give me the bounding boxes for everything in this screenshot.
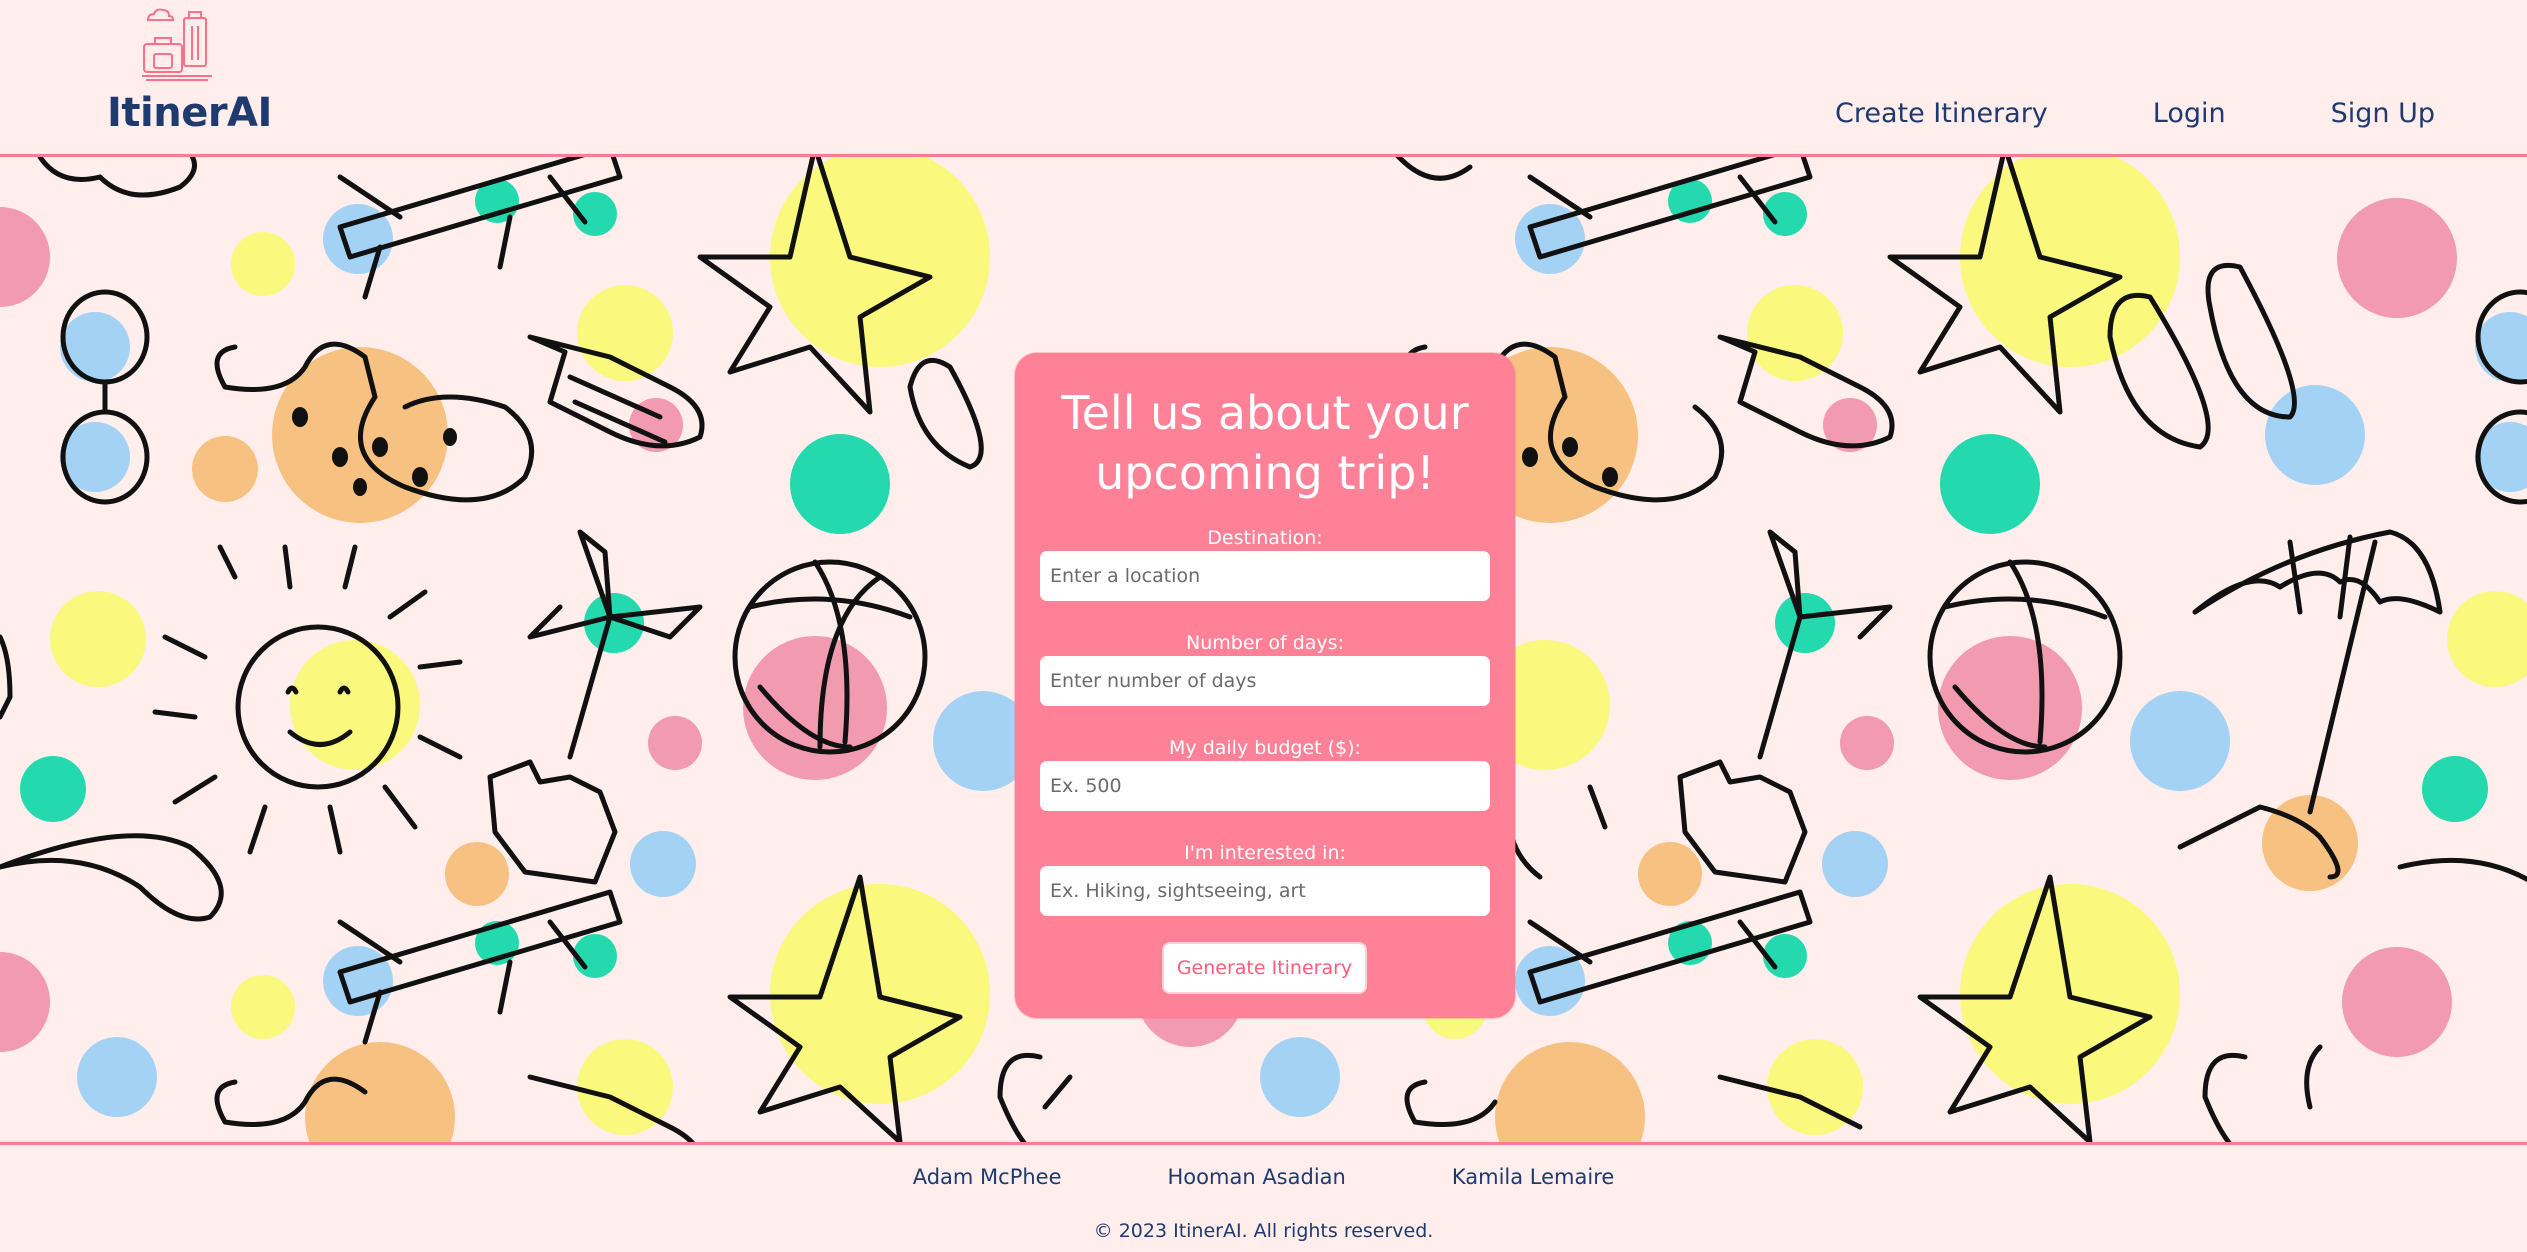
- site-header: ItinerAI Create Itinerary Login Sign Up: [0, 0, 2527, 157]
- nav-sign-up[interactable]: Sign Up: [2331, 98, 2435, 129]
- nav-login[interactable]: Login: [2153, 98, 2226, 129]
- destination-input[interactable]: [1040, 551, 1490, 601]
- form-title: Tell us about your upcoming trip!: [1015, 383, 1515, 503]
- form-title-line1: Tell us about your: [1061, 386, 1469, 440]
- luggage-icon: [142, 8, 212, 81]
- interests-label: I'm interested in:: [1184, 842, 1346, 864]
- site-footer: Adam McPhee Hooman Asadian Kamila Lemair…: [0, 1142, 2527, 1252]
- days-input[interactable]: [1040, 656, 1490, 706]
- interests-input[interactable]: [1040, 866, 1490, 916]
- author-link[interactable]: Adam McPhee: [913, 1165, 1062, 1189]
- author-list: Adam McPhee Hooman Asadian Kamila Lemair…: [0, 1165, 2527, 1189]
- copyright-text: © 2023 ItinerAI. All rights reserved.: [1093, 1220, 1434, 1242]
- days-label: Number of days:: [1186, 632, 1344, 654]
- author-link[interactable]: Kamila Lemaire: [1452, 1165, 1614, 1189]
- hero-section: Tell us about your upcoming trip! Destin…: [0, 157, 2527, 1142]
- generate-itinerary-button[interactable]: Generate Itinerary: [1162, 942, 1367, 994]
- trip-form-card: Tell us about your upcoming trip! Destin…: [1015, 353, 1515, 1018]
- brand-logo[interactable]: ItinerAI: [107, 6, 272, 138]
- budget-input[interactable]: [1040, 761, 1490, 811]
- form-title-line2: upcoming trip!: [1095, 446, 1435, 500]
- brand-name: ItinerAI: [107, 90, 272, 136]
- nav-create-itinerary[interactable]: Create Itinerary: [1835, 98, 2048, 129]
- main-nav: Create Itinerary Login Sign Up: [1835, 98, 2435, 129]
- author-link[interactable]: Hooman Asadian: [1168, 1165, 1346, 1189]
- budget-label: My daily budget ($):: [1169, 737, 1361, 759]
- destination-label: Destination:: [1207, 527, 1323, 549]
